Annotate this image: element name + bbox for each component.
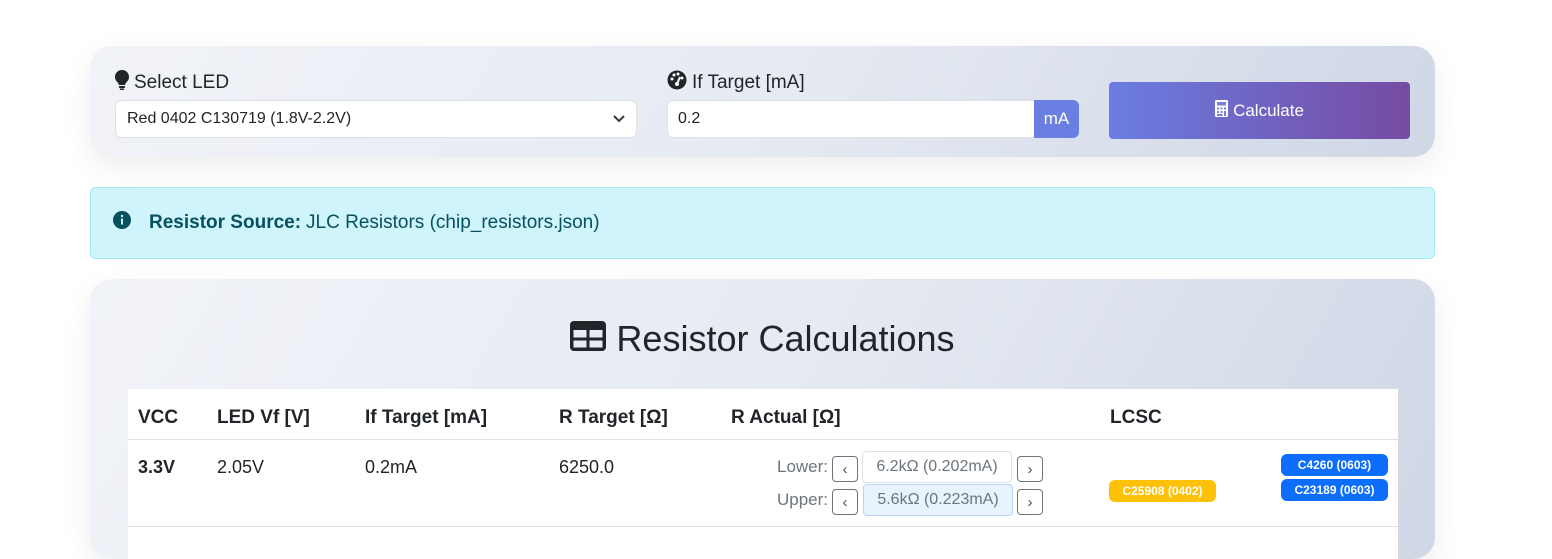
alert-heading: Resistor Source: bbox=[149, 212, 302, 233]
info-circle-icon bbox=[112, 210, 132, 236]
if-target-value: 0.2 bbox=[678, 110, 701, 127]
header-led-vf: LED Vf [V] bbox=[217, 407, 310, 428]
table-icon bbox=[570, 318, 607, 360]
chevron-left-icon: ‹ bbox=[842, 460, 848, 478]
lower-label: Lower: bbox=[777, 457, 829, 476]
unit-addon: mA bbox=[1034, 100, 1079, 138]
results-title-text: Resistor Calculations bbox=[616, 318, 955, 359]
lcsc-badge[interactable]: C23189 (0603) bbox=[1281, 479, 1388, 501]
results-table: VCC LED Vf [V] If Target [mA] R Target [… bbox=[128, 389, 1398, 559]
led-controls-card: Select LED Red 0402 C130719 (1.8V-2.2V) … bbox=[90, 46, 1435, 157]
resistor-source-alert: Resistor Source: JLC Resistors (chip_res… bbox=[90, 187, 1435, 259]
lower-prev-button[interactable]: ‹ bbox=[832, 456, 858, 482]
chevron-right-icon: › bbox=[1027, 493, 1033, 511]
cell-led-vf: 2.05V bbox=[217, 457, 265, 477]
select-led-label-text: Select LED bbox=[134, 72, 230, 93]
if-target-label-text: If Target [mA] bbox=[692, 72, 805, 93]
upper-value: 5.6kΩ (0.223mA) bbox=[877, 491, 999, 508]
calculate-button-label: Calculate bbox=[1233, 100, 1304, 120]
lower-value: 6.2kΩ (0.202mA) bbox=[876, 458, 998, 475]
calculate-button[interactable]: Calculate bbox=[1109, 82, 1410, 139]
alert-text: JLC Resistors (chip_resistors.json) bbox=[306, 212, 600, 233]
gauge-icon bbox=[667, 70, 687, 96]
lightbulb-icon bbox=[115, 70, 129, 96]
led-select-value: Red 0402 C130719 (1.8V-2.2V) bbox=[127, 110, 352, 127]
header-divider bbox=[128, 439, 1398, 440]
row-divider bbox=[128, 526, 1398, 527]
lcsc-badge[interactable]: C4260 (0603) bbox=[1281, 454, 1388, 476]
results-title: Resistor Calculations bbox=[90, 318, 1435, 360]
lower-next-button[interactable]: › bbox=[1017, 456, 1043, 482]
header-lcsc: LCSC bbox=[1110, 407, 1162, 428]
calculator-icon bbox=[1215, 99, 1229, 122]
upper-value-box[interactable]: 5.6kΩ (0.223mA) bbox=[863, 484, 1013, 516]
lower-value-box[interactable]: 6.2kΩ (0.202mA) bbox=[862, 451, 1012, 483]
header-r-target: R Target [Ω] bbox=[559, 407, 668, 428]
cell-vcc: 3.3V bbox=[138, 457, 176, 477]
if-target-label: If Target [mA] bbox=[667, 70, 805, 96]
lcsc-badge[interactable]: C25908 (0402) bbox=[1109, 480, 1216, 502]
led-select[interactable]: Red 0402 C130719 (1.8V-2.2V) bbox=[115, 100, 637, 138]
header-vcc: VCC bbox=[138, 407, 179, 428]
results-card: Resistor Calculations VCC LED Vf [V] If … bbox=[90, 279, 1435, 559]
upper-next-button[interactable]: › bbox=[1017, 489, 1043, 515]
header-if-target: If Target [mA] bbox=[365, 407, 488, 428]
chevron-down-icon bbox=[613, 110, 625, 128]
cell-if-target: 0.2mA bbox=[365, 457, 418, 477]
chevron-left-icon: ‹ bbox=[842, 493, 848, 511]
header-r-actual: R Actual [Ω] bbox=[731, 407, 841, 428]
chevron-right-icon: › bbox=[1027, 460, 1033, 478]
select-led-label: Select LED bbox=[115, 70, 229, 96]
if-target-input[interactable]: 0.2 bbox=[667, 100, 1034, 138]
upper-label: Upper: bbox=[777, 490, 829, 509]
upper-prev-button[interactable]: ‹ bbox=[832, 489, 858, 515]
cell-r-target: 6250.0 bbox=[559, 457, 615, 477]
